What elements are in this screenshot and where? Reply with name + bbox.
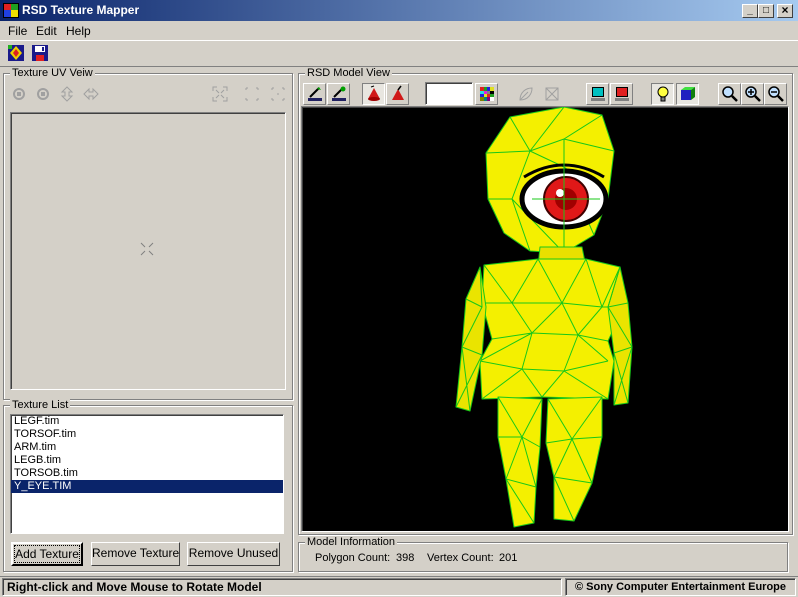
list-item[interactable]: ARM.tim (11, 441, 283, 454)
uv-flip-vertical-button[interactable] (55, 83, 78, 105)
rotate-left-icon (12, 88, 25, 100)
cube-shade-icon (680, 87, 695, 100)
vertex-count-label: Vertex Count: (427, 552, 494, 564)
grid-icon (271, 87, 284, 101)
flip-horizontal-icon (82, 87, 99, 101)
lighting-toggle-button[interactable] (651, 83, 674, 105)
uv-canvas[interactable] (10, 112, 286, 390)
light-bulb-icon (657, 86, 668, 102)
zoom-out-button[interactable] (764, 83, 787, 105)
monitor-front-icon (590, 87, 605, 101)
status-copyright: © Sony Computer Entertainment Europe (565, 578, 796, 596)
app-icon (3, 3, 19, 18)
polygon-count-value: 398 (396, 552, 415, 564)
model-information-label: Model Information (305, 536, 398, 548)
shaded-cone-icon (367, 85, 380, 101)
list-item[interactable]: TORSOB.tim (11, 467, 283, 480)
leaf-brush-icon (518, 87, 533, 101)
shaded-mode-button[interactable] (362, 83, 385, 105)
uv-fit-button[interactable] (208, 83, 231, 105)
main-toolbar (0, 40, 798, 67)
add-texture-button[interactable]: Add Texture (11, 542, 83, 566)
apply-texture-button[interactable] (514, 83, 537, 105)
arrow-select-icon (307, 87, 322, 101)
list-item-selected[interactable]: Y_EYE.TIM (11, 480, 283, 493)
list-item[interactable]: LEGF.tim (11, 415, 283, 428)
flip-vertical-icon (60, 86, 73, 102)
fit-icon (212, 86, 227, 102)
close-button[interactable]: × (777, 4, 793, 18)
monitor-back-icon (614, 87, 629, 101)
uv-snap-button[interactable] (240, 83, 263, 105)
unmap-icon (545, 87, 558, 101)
uv-grid-button[interactable] (266, 83, 289, 105)
menu-bar (0, 21, 798, 40)
zoom-in-button[interactable] (741, 83, 764, 105)
zoom-in-icon (744, 86, 761, 102)
status-hint: Right-click and Move Mouse to Rotate Mod… (2, 578, 562, 596)
open-model-button[interactable] (5, 42, 28, 64)
unmap-texture-button[interactable] (540, 83, 563, 105)
uv-rotate-left-button[interactable] (7, 83, 30, 105)
rotate-right-icon (36, 88, 49, 100)
back-view-button[interactable] (610, 83, 633, 105)
arrow-vertex-icon (331, 86, 346, 101)
remove-texture-button[interactable]: Remove Texture (91, 542, 180, 566)
minimize-button[interactable]: _ (742, 4, 758, 18)
save-model-icon (32, 45, 48, 61)
magnifier-icon (721, 86, 738, 102)
palette-button[interactable] (475, 83, 498, 105)
select-vertex-button[interactable] (327, 83, 350, 105)
rsd-model-view-label: RSD Model View (305, 67, 392, 79)
model-render (455, 107, 633, 528)
wire-mode-button[interactable] (386, 83, 409, 105)
zoom-out-icon (767, 86, 784, 102)
select-polygon-button[interactable] (303, 83, 326, 105)
menu-file[interactable]: File (4, 23, 31, 39)
menu-edit[interactable]: Edit (32, 23, 61, 39)
save-model-button[interactable] (29, 42, 52, 64)
open-model-icon (8, 45, 24, 61)
vertex-count-value: 201 (499, 552, 518, 564)
shading-toggle-button[interactable] (676, 83, 699, 105)
palette-icon (479, 87, 494, 101)
polygon-count-label: Polygon Count: (315, 552, 391, 564)
uv-center-marker-icon (140, 242, 154, 256)
texture-list-label: Texture List (10, 399, 71, 411)
list-item[interactable]: LEGB.tim (11, 454, 283, 467)
wire-cone-icon (391, 85, 404, 100)
uv-rotate-right-button[interactable] (31, 83, 54, 105)
snap-icon (245, 87, 258, 101)
list-item[interactable]: TORSOF.tim (11, 428, 283, 441)
zoom-fit-button[interactable] (718, 83, 741, 105)
remove-unused-button[interactable]: Remove Unused (187, 542, 280, 566)
maximize-button[interactable]: □ (758, 4, 774, 18)
texture-listbox[interactable]: LEGF.tim TORSOF.tim ARM.tim LEGB.tim TOR… (10, 414, 284, 534)
color-swatch-field[interactable] (425, 82, 473, 105)
menu-help[interactable]: Help (62, 23, 95, 39)
texture-uv-view-label: Texture UV Veiw (10, 67, 95, 79)
model-viewport[interactable] (301, 106, 789, 532)
window-title: RSD Texture Mapper (22, 3, 140, 17)
front-view-button[interactable] (586, 83, 609, 105)
uv-flip-horizontal-button[interactable] (79, 83, 102, 105)
